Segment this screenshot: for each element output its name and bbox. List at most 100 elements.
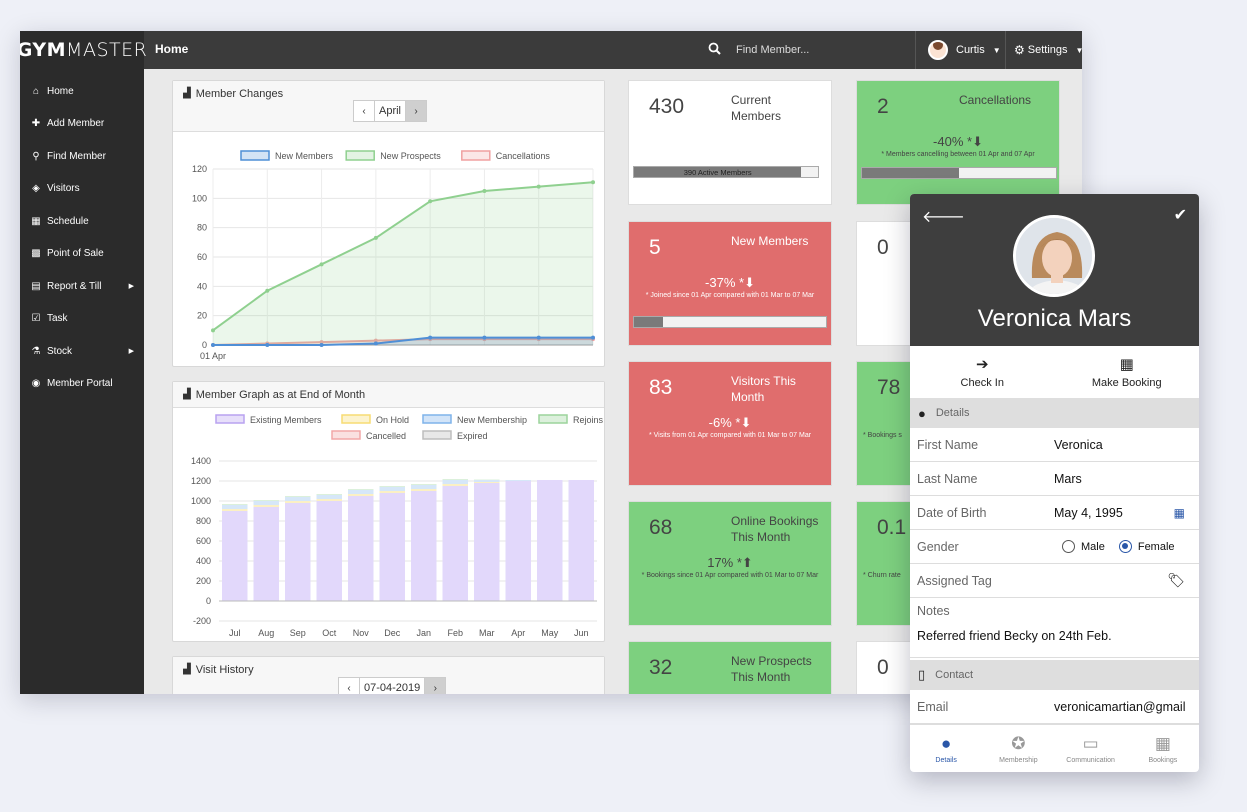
- assigned-tag-label: Assigned Tag: [917, 573, 992, 588]
- x-tick-label: Jan: [416, 628, 431, 638]
- user-icon: ●: [940, 733, 952, 753]
- data-point: [265, 288, 270, 293]
- bar: [411, 489, 437, 491]
- sidebar-item-find-member[interactable]: ⚲ Find Member: [20, 140, 144, 173]
- area-chart-icon: ▟: [183, 88, 191, 99]
- new-prospects-card[interactable]: 32 New Prospects This Month: [628, 641, 832, 694]
- details-header-label: Details: [935, 407, 970, 419]
- visit-history-title: Visit History: [195, 664, 254, 676]
- cancellations-pct: -40% *: [933, 134, 973, 149]
- user-name: Curtis: [956, 44, 985, 56]
- next-day-button[interactable]: ›: [424, 677, 447, 694]
- current-members-label: Current Members: [731, 93, 782, 123]
- user-menu[interactable]: Curtis ▼: [915, 31, 1006, 69]
- sidebar-item-label: Visitors: [47, 183, 80, 195]
- member-graph-header: ▟ Member Graph as at End of Month: [173, 382, 604, 408]
- y-tick-label: 40: [197, 281, 207, 291]
- first-name-field[interactable]: First Name Veronica: [910, 428, 1199, 462]
- chevron-right-icon: ▶: [128, 283, 134, 291]
- arrow-left-icon[interactable]: 🡐: [922, 206, 965, 227]
- calendar-icon[interactable]: ▦: [1174, 506, 1185, 520]
- last-name-field[interactable]: Last Name Mars: [910, 462, 1199, 496]
- online-bookings-note: * Bookings since 01 Apr compared with 01…: [641, 572, 819, 579]
- legend-swatch: [331, 430, 361, 440]
- sidebar-item-stock[interactable]: ⚗ Stock ▶: [20, 335, 144, 368]
- member-name: Veronica Mars: [977, 305, 1132, 332]
- male-radio[interactable]: [1062, 540, 1075, 553]
- profile-header: 🡐 ✔ Veronica Mars: [910, 194, 1199, 346]
- bar: [442, 484, 468, 486]
- settings-menu[interactable]: ⚙ Settings ▼: [1014, 43, 1082, 57]
- prev-day-button[interactable]: ‹: [338, 677, 360, 694]
- date-of-birth-field[interactable]: Date of Birth May 4, 1995 ▦: [910, 496, 1199, 530]
- bar: [222, 504, 248, 505]
- legend-label: New Members: [275, 151, 334, 161]
- prev-month-button[interactable]: ‹: [353, 100, 375, 122]
- bar: [348, 494, 374, 496]
- active-members-bar-fill: 390 Active Members: [634, 167, 802, 177]
- new-members-card[interactable]: 5 New Members -37% *⬇ * Joined since 01 …: [628, 221, 832, 346]
- data-point: [536, 335, 541, 340]
- bar: [348, 496, 374, 601]
- tab-details[interactable]: ● Details: [910, 725, 982, 772]
- assigned-tag-field[interactable]: Assigned Tag 🏷: [910, 564, 1199, 598]
- visitors-value: 83: [649, 376, 673, 399]
- sidebar-item-task[interactable]: ☑ Task: [20, 303, 144, 336]
- search-icon[interactable]: [708, 42, 721, 55]
- sidebar-item-point-of-sale[interactable]: ▩ Point of Sale: [20, 238, 144, 271]
- new-prospects-label: New Prospects This Month: [731, 654, 812, 684]
- notes-value: Referred friend Becky on 24th Feb.: [917, 629, 1112, 643]
- x-tick-label: Jul: [229, 628, 241, 638]
- find-member-search-input[interactable]: [730, 39, 910, 61]
- bar: [411, 484, 437, 485]
- next-month-button[interactable]: ›: [405, 100, 428, 122]
- tab-communication[interactable]: ▭ Communication: [1055, 725, 1127, 772]
- checkmark-icon[interactable]: ✔: [1174, 205, 1187, 225]
- check-in-button[interactable]: ➔ Check In: [910, 346, 1055, 398]
- data-point: [536, 184, 541, 189]
- member-changes-panel: ▟ Member Changes ‹ April › New Members Ne…: [172, 80, 605, 367]
- bar: [316, 501, 342, 601]
- data-point: [591, 335, 595, 340]
- inbox-icon: ▭: [1082, 733, 1099, 753]
- data-point: [428, 335, 433, 340]
- online-bookings-card[interactable]: 68 Online Bookings This Month 17% *⬆ * B…: [628, 501, 832, 626]
- notes-field[interactable]: Notes Referred friend Becky on 24th Feb.: [910, 598, 1199, 658]
- chevron-right-icon: ▶: [128, 348, 134, 356]
- female-radio[interactable]: [1118, 540, 1132, 553]
- visitors-card[interactable]: 83 Visitors This Month -6% *⬇ * Visits f…: [628, 361, 832, 486]
- legend-label: Cancellations: [496, 151, 551, 161]
- settings-label: Settings: [1027, 44, 1068, 56]
- sidebar-item-member-portal[interactable]: ◉ Member Portal: [20, 368, 144, 401]
- make-booking-button[interactable]: ▦ Make Booking: [1055, 346, 1200, 398]
- bar: [379, 487, 405, 491]
- y-tick-label: 1200: [191, 476, 211, 486]
- y-tick-label: 1400: [191, 456, 211, 466]
- legend-swatch: [461, 150, 491, 161]
- gymmaster-logo[interactable]: GYM MASTER: [20, 31, 147, 69]
- member-graph-title: Member Graph as at End of Month: [195, 388, 366, 401]
- month-value: April: [375, 100, 406, 122]
- data-point: [319, 343, 324, 347]
- current-members-card[interactable]: 430 Current Members 390 Active Members: [628, 80, 832, 205]
- sidebar-item-schedule[interactable]: ▦ Schedule: [20, 205, 144, 238]
- date-pager: ‹ 07-04-2019 ›: [338, 677, 447, 694]
- email-field[interactable]: Email veronicamartian@gmail: [910, 690, 1199, 724]
- tab-bookings[interactable]: ▦ Bookings: [1127, 725, 1199, 772]
- x-tick-label: Dec: [384, 628, 401, 638]
- tag-icon: 🏷: [1167, 572, 1185, 588]
- sidebar-item-visitors[interactable]: ◈ Visitors: [20, 173, 144, 206]
- sidebar-item-add-member[interactable]: ✚ Add Member: [20, 108, 144, 141]
- tab-membership[interactable]: ✪ Membership: [982, 725, 1054, 772]
- sidebar-item-report-till[interactable]: ▤ Report & Till ▶: [20, 270, 144, 303]
- bar: [474, 483, 500, 601]
- y-tick-label: 400: [196, 556, 211, 566]
- cancellations-card[interactable]: 2 Cancellations -40% *⬇ * Members cancel…: [856, 80, 1060, 205]
- visitors-label: Visitors This Month: [731, 374, 796, 404]
- male-label: Male: [1081, 540, 1105, 553]
- sidebar-item-home[interactable]: ⌂ Home: [20, 75, 144, 108]
- bar: [379, 493, 405, 601]
- new-members-pct: -37% *: [705, 275, 745, 290]
- tab-details-label: Details: [935, 756, 957, 764]
- notes-label: Notes: [917, 604, 950, 618]
